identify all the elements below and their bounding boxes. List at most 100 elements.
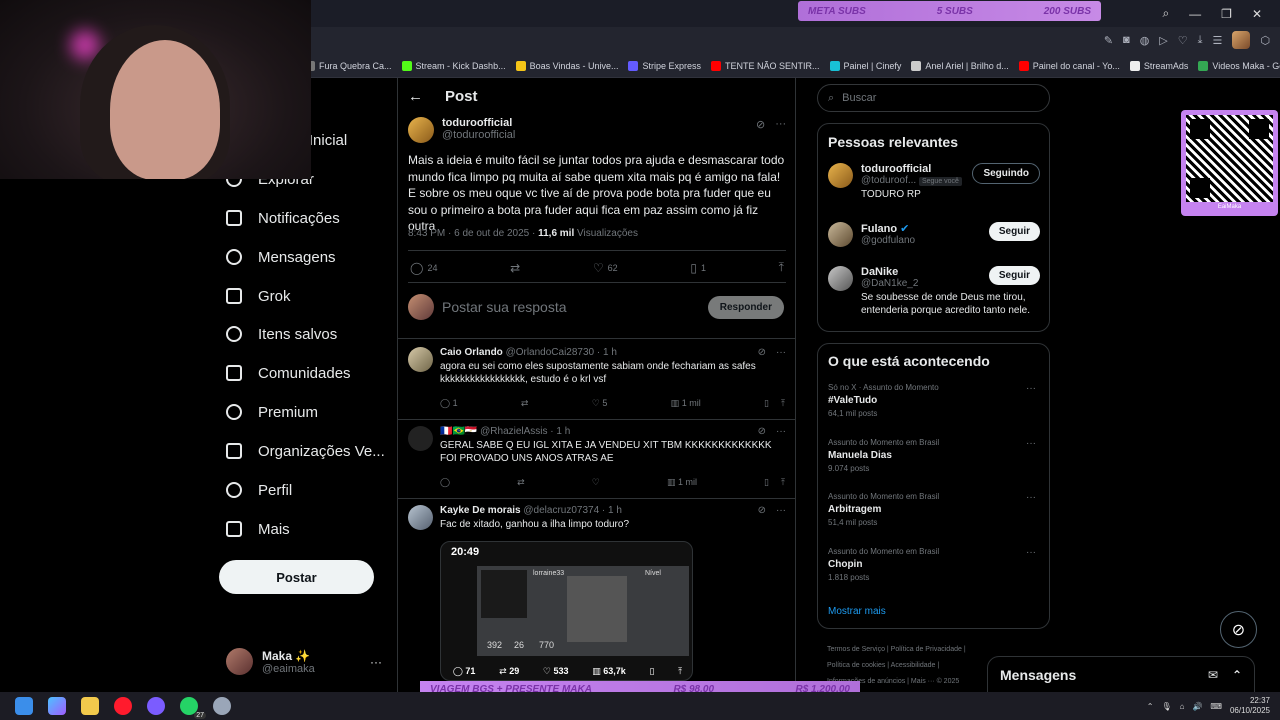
- post-author[interactable]: toduroofficial @toduroofficial: [408, 117, 515, 143]
- back-arrow-icon[interactable]: ←: [408, 88, 423, 105]
- reply-action[interactable]: ◯: [440, 477, 450, 488]
- account-switcher[interactable]: Maka ✨ @eaimaka: [226, 648, 315, 675]
- trend-item[interactable]: Assunto do Momento em Brasil Chopin 1.818 …: [828, 547, 1040, 582]
- post-button[interactable]: Postar: [219, 560, 374, 594]
- more-dots-icon[interactable]: ···: [776, 347, 786, 358]
- person-name[interactable]: toduroofficial: [861, 163, 931, 175]
- more-dots-icon[interactable]: ···: [1026, 492, 1036, 503]
- opera-icon[interactable]: [114, 697, 132, 715]
- grok-icon[interactable]: ⊘: [756, 118, 765, 131]
- reply-item[interactable]: Caio Orlando @OrlandoCai28730 · 1 h agora…: [408, 347, 786, 386]
- share-icon[interactable]: ⤒: [781, 477, 785, 488]
- relevant-person[interactable]: Fulano ✔ @godfulano Seguir: [828, 222, 1040, 248]
- reply-item[interactable]: Kayke De morais @delacruz07374 · 1 h Fac …: [408, 505, 786, 531]
- more-dots-icon[interactable]: ···: [776, 505, 786, 516]
- search-input[interactable]: ⌕ Buscar: [817, 84, 1050, 112]
- like-action[interactable]: ♡ 5: [592, 398, 608, 409]
- bookmark-item[interactable]: Stream - Kick Dashb...: [401, 61, 506, 71]
- follow-button[interactable]: Seguir: [988, 222, 1040, 241]
- person-name[interactable]: DaNike: [861, 266, 898, 278]
- trend-item[interactable]: Só no X · Assunto do Momento #ValeTudo 64,…: [828, 383, 1040, 418]
- follow-button[interactable]: Seguir: [988, 266, 1040, 285]
- volume-icon[interactable]: 🔊: [1192, 702, 1202, 711]
- profile-avatar[interactable]: [1232, 31, 1251, 49]
- repost-icon[interactable]: ⇄: [521, 398, 529, 409]
- download-icon[interactable]: ⤓: [1198, 34, 1203, 47]
- avatar[interactable]: [408, 117, 434, 143]
- reply-author[interactable]: 🇫🇷🇧🇷🇪🇬: [440, 426, 477, 437]
- more-dots-icon[interactable]: ···: [775, 118, 786, 131]
- avatar[interactable]: [828, 222, 853, 247]
- relevant-person[interactable]: DaNike @DaN1ke_2 Se soubesse de onde Deus …: [828, 266, 1040, 317]
- trend-item[interactable]: Assunto do Momento em Brasil Manuela Dias…: [828, 438, 1040, 473]
- reply-input[interactable]: Postar sua resposta: [442, 299, 700, 315]
- grok-icon[interactable]: ⊘: [758, 505, 766, 516]
- minimize-icon[interactable]: —: [1189, 7, 1201, 21]
- heart-icon[interactable]: ♡: [1178, 34, 1188, 47]
- grok-icon[interactable]: ⊘: [758, 426, 766, 437]
- search-icon[interactable]: ⌕: [1162, 6, 1169, 21]
- nav-item-mais[interactable]: Mais: [226, 517, 290, 541]
- bookmark-icon[interactable]: ▯: [764, 398, 769, 409]
- avatar[interactable]: [828, 266, 853, 291]
- nav-item-organiza-es-ve-[interactable]: Organizações Ve...: [226, 439, 385, 463]
- nav-item-grok[interactable]: Grok: [226, 284, 291, 308]
- bookmark-item[interactable]: Videos Maka - Goo...: [1198, 61, 1280, 71]
- nav-item-premium[interactable]: Premium: [226, 400, 318, 424]
- bookmark-action[interactable]: ▯ 1: [690, 261, 706, 275]
- person-name[interactable]: Fulano: [861, 223, 897, 235]
- bookmark-item[interactable]: StreamAds: [1129, 61, 1188, 71]
- more-dots-icon[interactable]: ···: [370, 655, 382, 669]
- camera-icon[interactable]: ◙: [1123, 34, 1130, 46]
- windows-start-icon[interactable]: [15, 697, 33, 715]
- discord-icon[interactable]: [147, 697, 165, 715]
- shield-icon[interactable]: ◍: [1140, 34, 1150, 47]
- app-icon[interactable]: [213, 697, 231, 715]
- bookmark-item[interactable]: Fura Quebra Ca...: [305, 61, 392, 71]
- grok-icon[interactable]: ⊘: [1220, 611, 1257, 648]
- reply-author[interactable]: Caio Orlando: [440, 347, 503, 358]
- nav-item-perfil[interactable]: Perfil: [226, 478, 292, 502]
- grok-icon[interactable]: ⊘: [758, 347, 766, 358]
- new-message-icon[interactable]: ✉: [1208, 668, 1218, 682]
- bookmark-item[interactable]: TENTE NÃO SENTIR...: [711, 61, 820, 71]
- whatsapp-icon[interactable]: 27: [180, 697, 206, 719]
- views-action[interactable]: ▥ 1 mil: [667, 477, 697, 488]
- copilot-icon[interactable]: [48, 697, 66, 715]
- reply-item[interactable]: 🇫🇷🇧🇷🇪🇬 @RhazielAssis · 1 h GERAL SABE Q E…: [408, 426, 786, 465]
- close-icon[interactable]: ✕: [1252, 7, 1262, 21]
- like-action[interactable]: ♡ 62: [593, 261, 618, 275]
- more-dots-icon[interactable]: ···: [1026, 547, 1036, 558]
- keyboard-icon[interactable]: ⌨: [1210, 702, 1222, 711]
- folder-icon[interactable]: [81, 697, 99, 715]
- author-name[interactable]: toduroofficial: [442, 117, 515, 129]
- share-icon[interactable]: ⤒: [781, 398, 785, 409]
- reply-button[interactable]: Responder: [707, 295, 784, 319]
- more-dots-icon[interactable]: ···: [1026, 383, 1036, 394]
- network-icon[interactable]: ⌂: [1180, 702, 1185, 711]
- bookmark-item[interactable]: Stripe Express: [628, 61, 701, 71]
- bookmark-item[interactable]: Painel | Cinefy: [829, 61, 901, 71]
- views-action[interactable]: ▥ 1 mil: [671, 398, 701, 409]
- messages-drawer[interactable]: Mensagens ✉ ⌃: [987, 656, 1255, 694]
- follow-button[interactable]: Seguindo: [972, 163, 1040, 184]
- like-action[interactable]: ♡: [592, 477, 600, 488]
- clock[interactable]: 22:37 06/10/2025: [1230, 696, 1270, 716]
- restore-icon[interactable]: ❐: [1221, 7, 1232, 21]
- nav-item-itens-salvos[interactable]: Itens salvos: [226, 322, 337, 346]
- edit-icon[interactable]: ✎: [1104, 34, 1113, 47]
- avatar[interactable]: [408, 426, 433, 451]
- play-icon[interactable]: ▷: [1159, 34, 1167, 47]
- reply-action[interactable]: ◯ 1: [440, 398, 458, 409]
- more-dots-icon[interactable]: ···: [776, 426, 786, 437]
- repost-icon[interactable]: ⇄: [517, 477, 525, 488]
- trend-item[interactable]: Assunto do Momento em Brasil Arbitragem 51…: [828, 492, 1040, 527]
- bookmark-icon[interactable]: ▯: [764, 477, 769, 488]
- mic-icon[interactable]: 🎙: [1161, 702, 1171, 711]
- reply-author[interactable]: Kayke De morais: [440, 505, 521, 516]
- bookmark-item[interactable]: Boas Vindas - Unive...: [515, 61, 618, 71]
- nav-item-mensagens[interactable]: Mensagens: [226, 245, 336, 269]
- reply-action[interactable]: ◯ 24: [410, 261, 437, 275]
- repost-action[interactable]: ⇄: [510, 261, 520, 275]
- show-more-link[interactable]: Mostrar mais: [828, 606, 886, 617]
